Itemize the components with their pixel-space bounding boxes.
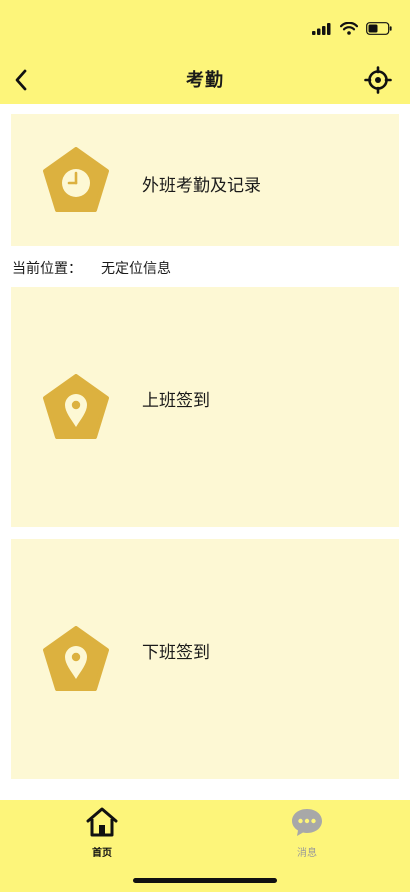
clock-in-label: 上班签到	[142, 391, 210, 411]
clock-out-card[interactable]: 下班签到	[11, 539, 399, 779]
home-indicator	[133, 878, 277, 883]
tab-home[interactable]: 首页	[62, 806, 142, 859]
attendance-records-card[interactable]: 外班考勤及记录	[11, 114, 399, 246]
wifi-icon	[340, 22, 358, 35]
map-pin-icon	[43, 626, 109, 691]
map-pin-icon	[43, 374, 109, 439]
location-row: 当前位置： 无定位信息	[12, 258, 171, 278]
page-title: 考勤	[186, 70, 224, 91]
home-icon	[86, 807, 118, 837]
tab-home-label: 首页	[92, 848, 112, 859]
crosshair-icon	[364, 66, 392, 94]
chat-bubble-icon	[292, 809, 322, 836]
location-label: 当前位置：	[12, 261, 82, 277]
locate-button[interactable]	[364, 66, 392, 94]
battery-icon	[366, 22, 392, 35]
nav-bar: 考勤	[0, 56, 410, 104]
signal-icon	[312, 22, 331, 35]
tab-messages-label: 消息	[297, 848, 317, 859]
tab-messages[interactable]: 消息	[267, 806, 347, 859]
attendance-records-label: 外班考勤及记录	[142, 176, 261, 196]
clock-in-card[interactable]: 上班签到	[11, 287, 399, 527]
status-icons	[312, 22, 392, 35]
location-value: 无定位信息	[101, 261, 171, 277]
status-bar	[0, 0, 410, 56]
clock-icon	[43, 147, 109, 212]
clock-out-label: 下班签到	[142, 643, 210, 663]
